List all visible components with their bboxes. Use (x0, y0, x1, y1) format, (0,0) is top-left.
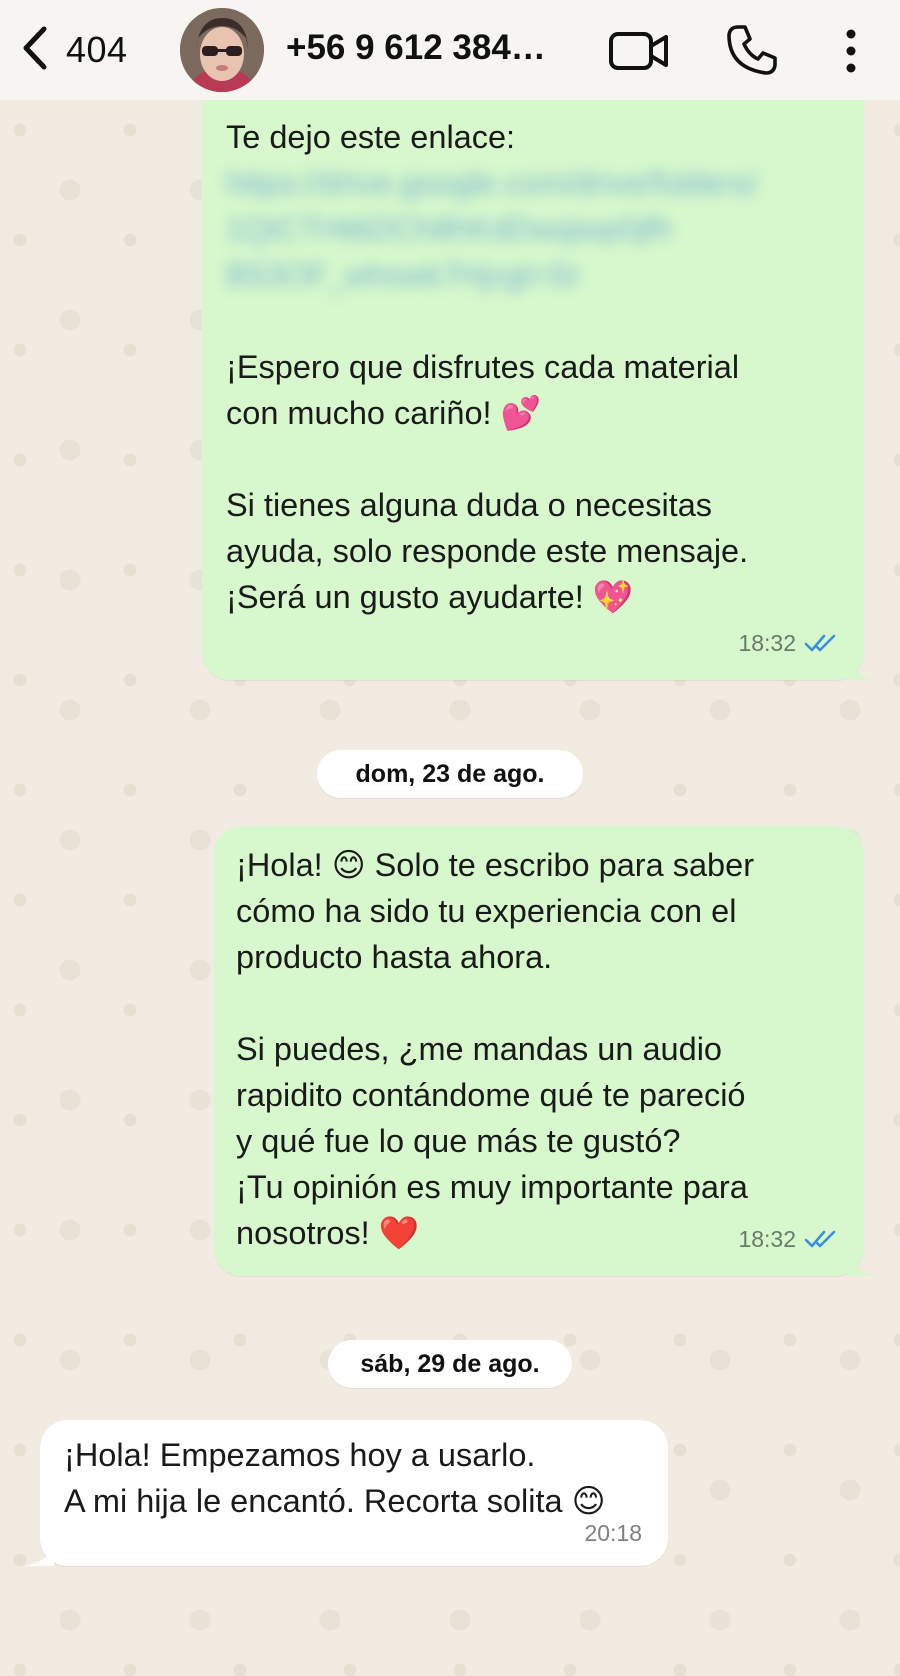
message-time: 18:32 (738, 630, 796, 656)
message-text: ¡Hola! Empezamos hoy a usarlo. A mi hija… (64, 1437, 606, 1519)
date-separator: dom, 23 de ago. (317, 750, 583, 798)
voice-call-button[interactable] (724, 22, 780, 78)
message-text: ¡Hola! 😊 Solo te escribo para saber cómo… (236, 847, 755, 1251)
unread-count: 404 (66, 29, 128, 70)
message-meta: 18:32 (738, 1216, 838, 1262)
double-check-icon (804, 1229, 838, 1249)
video-camera-icon (608, 32, 670, 80)
message-time: 20:18 (584, 1520, 642, 1546)
phone-icon (724, 25, 780, 82)
message-text: ¡Espero que disfrutes cada material con … (226, 349, 749, 615)
double-check-icon (804, 633, 838, 653)
message-meta: 20:18 (584, 1510, 642, 1556)
message-bubble-outgoing[interactable]: Te dejo este enlace: https://drive.googl… (202, 60, 878, 680)
contact-name[interactable]: +56 9 612 384… (286, 28, 566, 68)
more-options-button[interactable] (836, 26, 866, 76)
bubble-tail (24, 1542, 54, 1566)
message-meta: 18:32 (738, 620, 838, 666)
blurred-link[interactable]: https://drive.google.com/drive/folders/ … (226, 160, 836, 298)
message-text: Te dejo este enlace: (226, 119, 516, 155)
message-bubble-outgoing[interactable]: ¡Hola! 😊 Solo te escribo para saber cómo… (214, 826, 878, 1276)
chat-header: 404 +56 9 612 384… (0, 0, 900, 100)
back-button[interactable]: 404 (18, 22, 128, 78)
avatar[interactable] (180, 8, 264, 92)
message-time: 18:32 (738, 1226, 796, 1252)
video-call-button[interactable] (608, 26, 670, 76)
message-bubble-incoming[interactable]: ¡Hola! Empezamos hoy a usarlo. A mi hija… (24, 1420, 668, 1566)
more-vertical-icon (836, 29, 866, 80)
chevron-left-icon (18, 23, 52, 78)
bubble-tail (848, 1252, 878, 1276)
date-separator: sáb, 29 de ago. (328, 1340, 572, 1388)
bubble-tail (848, 656, 878, 680)
